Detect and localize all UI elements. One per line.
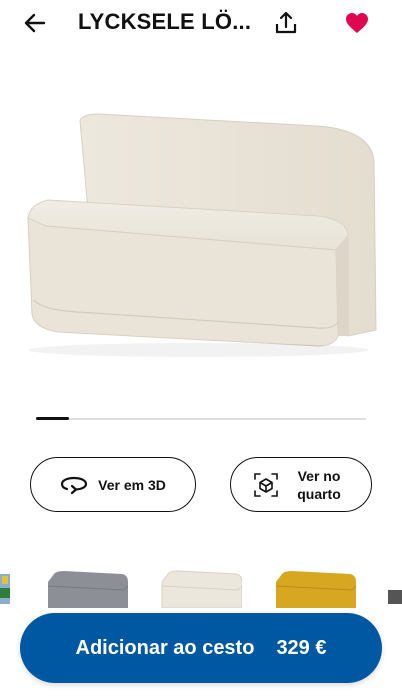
view-3d-button[interactable]: Ver em 3D (30, 457, 196, 512)
blue-variant-thumbnail[interactable] (0, 568, 12, 608)
page-title: LYCKSELE LÖ... (78, 9, 252, 34)
price-label: 329 € (276, 636, 327, 659)
share-icon (275, 11, 297, 34)
view-3d-label: Ver em 3D (98, 476, 166, 493)
sofa-bed-image (27, 113, 377, 357)
view-in-room-button[interactable]: Ver no quarto (230, 457, 372, 512)
gallery-progress-track (36, 418, 366, 420)
grey-variant-thumbnail[interactable] (48, 568, 128, 608)
gallery-progress-indicator (36, 417, 69, 420)
beige-variant-thumbnail[interactable] (160, 568, 242, 608)
share-button[interactable] (270, 7, 302, 39)
add-to-cart-button[interactable]: Adicionar ao cesto 329 € (20, 613, 382, 683)
view-in-room-label: Ver no quarto (297, 467, 341, 502)
add-to-cart-label: Adicionar ao cesto (75, 636, 255, 659)
rotate-3d-icon (61, 476, 88, 494)
favorite-button[interactable] (341, 7, 373, 39)
color-variant-strip (0, 568, 402, 608)
heart-icon (346, 13, 368, 33)
ar-cube-icon (254, 472, 278, 497)
arrow-left-icon (24, 13, 46, 33)
yellow-variant-thumbnail[interactable] (274, 568, 356, 608)
top-bar: LYCKSELE LÖ... (0, 0, 402, 48)
dark-variant-thumbnail[interactable] (386, 568, 402, 608)
product-image[interactable] (18, 100, 384, 370)
back-button[interactable] (20, 8, 50, 38)
